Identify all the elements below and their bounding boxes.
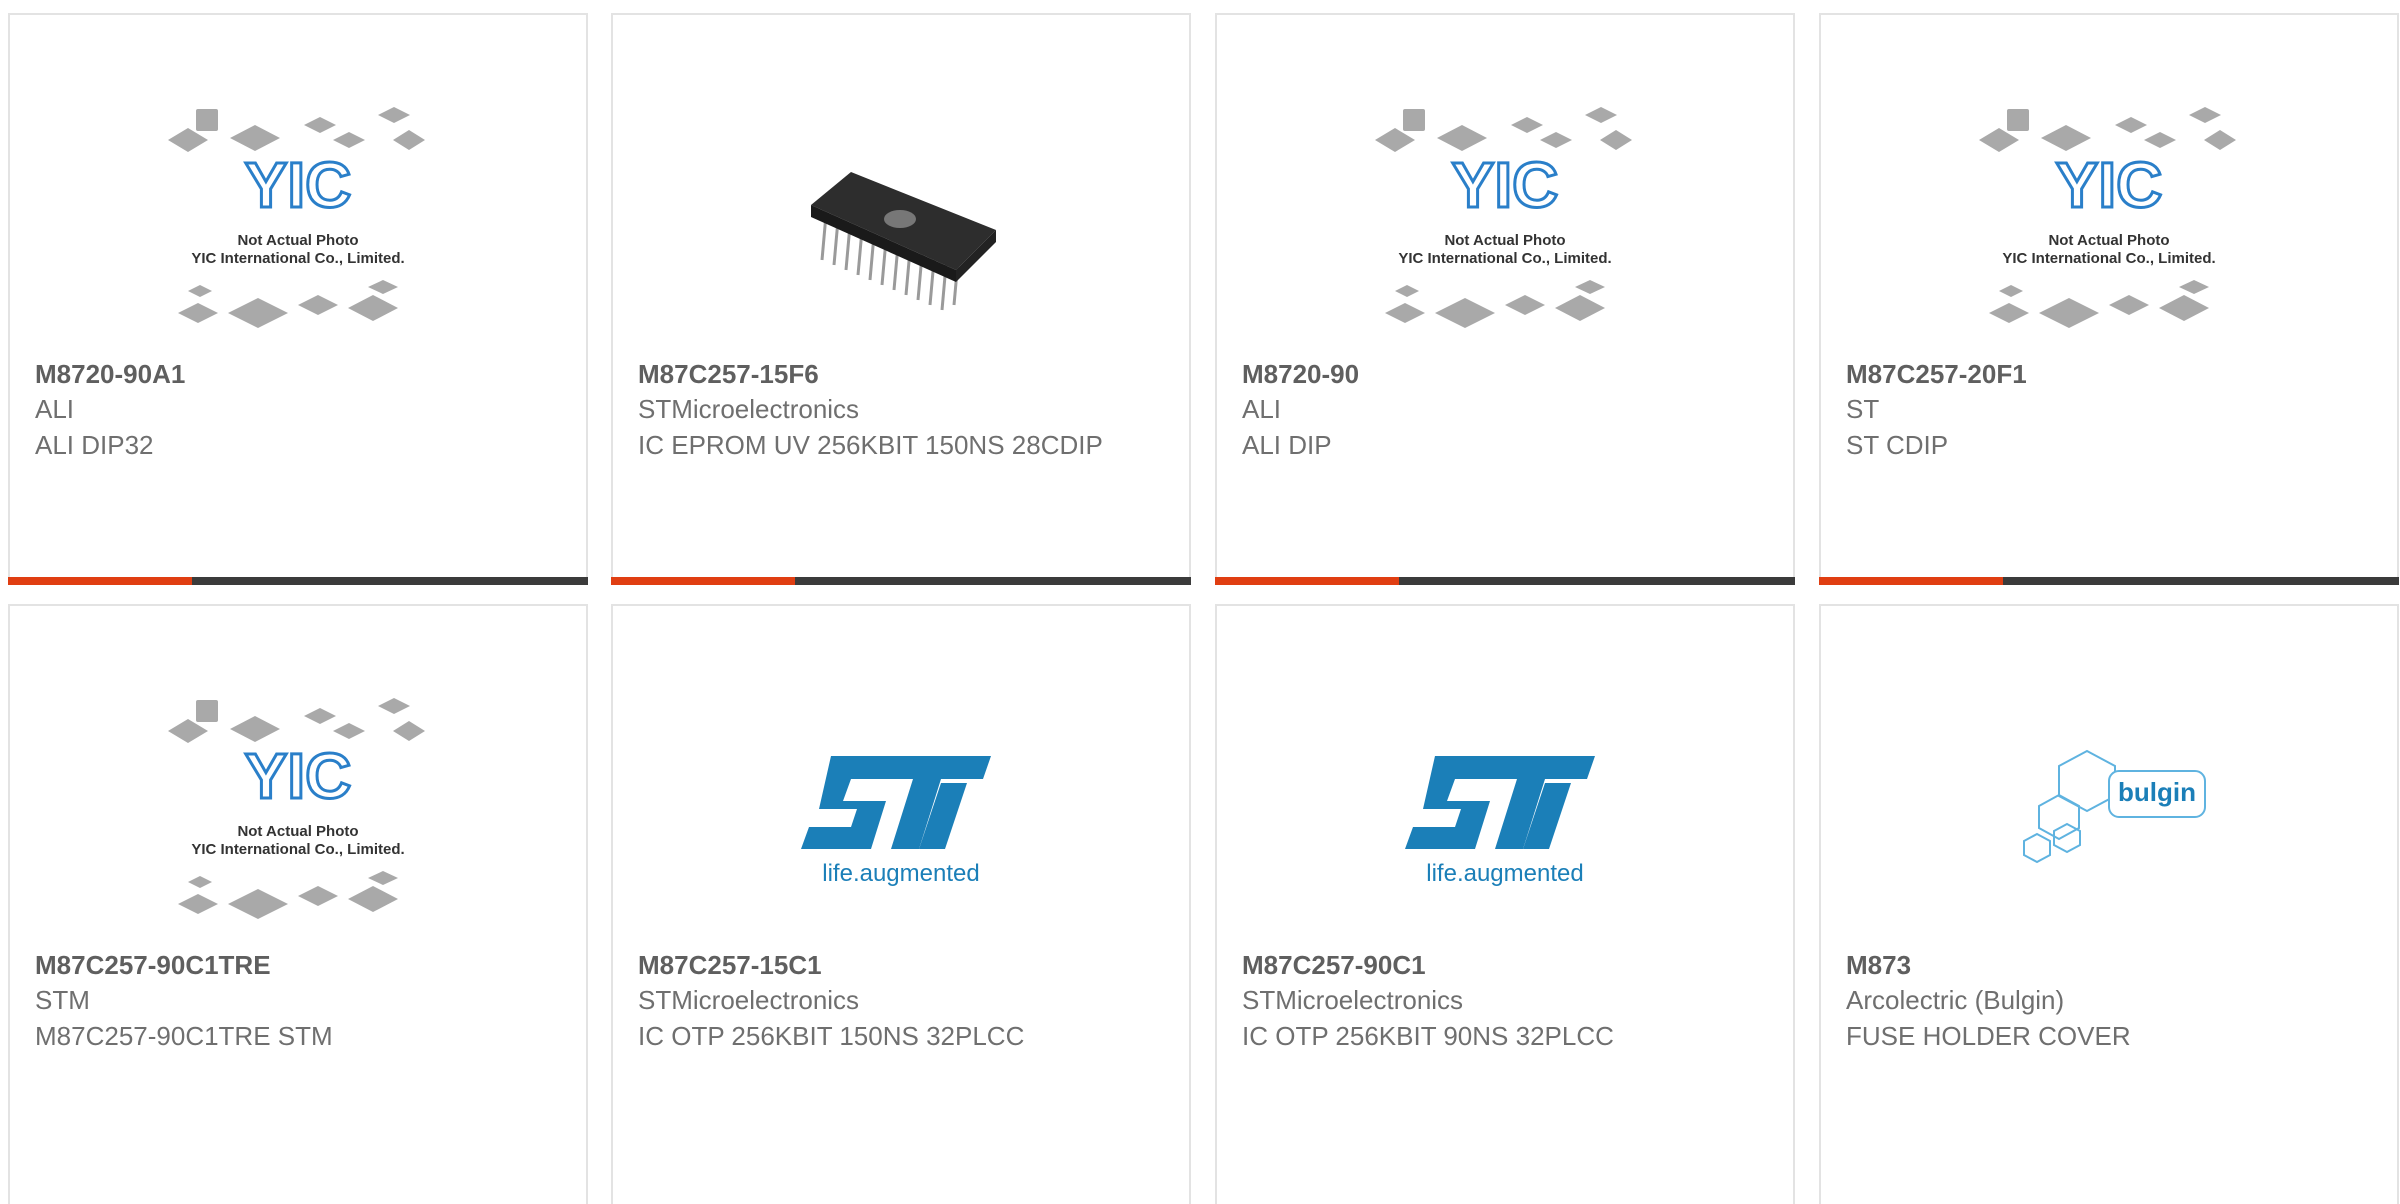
manufacturer: ALI (1242, 394, 1282, 424)
part-number[interactable]: M87C257-90C1TRE (35, 948, 561, 982)
dip-chip-photo (638, 75, 1164, 365)
card-bottom-bar (611, 577, 1191, 585)
part-number[interactable]: M8720-90A1 (35, 357, 561, 391)
placeholder-photo-icon: YIC Not Actual Photo YIC International C… (1242, 75, 1768, 365)
manufacturer: STM (35, 985, 90, 1015)
description: M87C257-90C1TRE STM (35, 1021, 333, 1051)
product-card[interactable]: life.augmented M87C257-90C1 STMicroelect… (1215, 604, 1795, 1204)
manufacturer: STMicroelectronics (1242, 985, 1464, 1015)
part-number[interactable]: M87C257-90C1 (1242, 948, 1768, 982)
description: IC OTP 256KBIT 150NS 32PLCC (638, 1021, 1025, 1051)
card-bottom-bar (1215, 577, 1795, 585)
placeholder-photo-icon: YIC Not Actual Photo YIC International C… (35, 75, 561, 365)
manufacturer: STMicroelectronics (638, 985, 860, 1015)
svg-text:YIC International Co., Limited: YIC International Co., Limited. (191, 250, 404, 267)
manufacturer: Arcolectric (Bulgin) (1846, 985, 2065, 1015)
product-card[interactable]: YIC Not Actual Photo YIC International C… (1819, 13, 2399, 585)
product-card[interactable]: YIC Not Actual Photo YIC International C… (1215, 13, 1795, 585)
part-number[interactable]: M87C257-15C1 (638, 948, 1164, 982)
placeholder-photo-icon: YIC Not Actual Photo YIC International C… (1846, 75, 2372, 365)
description: IC OTP 256KBIT 90NS 32PLCC (1242, 1021, 1614, 1051)
st-logo: life.augmented (1242, 666, 1768, 956)
svg-text:YIC: YIC (245, 740, 352, 812)
part-number[interactable]: M87C257-20F1 (1846, 357, 2372, 391)
svg-text:YIC: YIC (2056, 149, 2163, 221)
description: IC EPROM UV 256KBIT 150NS 28CDIP (638, 430, 1103, 460)
part-number[interactable]: M8720-90 (1242, 357, 1768, 391)
svg-text:Not Actual Photo: Not Actual Photo (237, 232, 358, 249)
part-number[interactable]: M87C257-15F6 (638, 357, 1164, 391)
part-number[interactable]: M873 (1846, 948, 2372, 982)
card-accent-bar (8, 577, 192, 585)
description: ALI DIP32 (35, 430, 154, 460)
svg-text:YIC: YIC (1452, 149, 1559, 221)
placeholder-photo-icon: YIC Not Actual Photo YIC International C… (35, 666, 561, 956)
description: FUSE HOLDER COVER (1846, 1021, 2131, 1051)
svg-text:Not Actual Photo: Not Actual Photo (2048, 232, 2169, 249)
svg-text:Not Actual Photo: Not Actual Photo (237, 823, 358, 840)
manufacturer: ALI (35, 394, 75, 424)
product-card[interactable]: YIC Not Actual Photo YIC International C… (8, 604, 588, 1204)
product-card[interactable]: M87C257-15F6 STMicroelectronics IC EPROM… (611, 13, 1191, 585)
card-accent-bar (611, 577, 795, 585)
card-accent-bar (1215, 577, 1399, 585)
card-bottom-bar (8, 577, 588, 585)
product-card[interactable]: life.augmented M87C257-15C1 STMicroelect… (611, 604, 1191, 1204)
svg-text:YIC International Co., Limited: YIC International Co., Limited. (191, 841, 404, 858)
manufacturer: ST (1846, 394, 1880, 424)
card-accent-bar (1819, 577, 2003, 585)
product-card[interactable]: bulgin M873 Arcolectric (Bulgin) FUSE HO… (1819, 604, 2399, 1204)
svg-text:life.augmented: life.augmented (1426, 860, 1583, 887)
bulgin-logo: bulgin (1846, 666, 2372, 956)
description: ST CDIP (1846, 430, 1949, 460)
svg-text:YIC: YIC (245, 149, 352, 221)
card-bottom-bar (1819, 577, 2399, 585)
st-logo: life.augmented (638, 666, 1164, 956)
manufacturer: STMicroelectronics (638, 394, 860, 424)
description: ALI DIP (1242, 430, 1332, 460)
svg-text:life.augmented: life.augmented (822, 860, 979, 887)
svg-text:YIC International Co., Limited: YIC International Co., Limited. (1398, 250, 1611, 267)
product-card[interactable]: YIC Not Actual Photo YIC International C… (8, 13, 588, 585)
svg-text:Not Actual Photo: Not Actual Photo (1444, 232, 1565, 249)
product-grid: YIC Not Actual Photo YIC International C… (0, 0, 2400, 1204)
svg-text:YIC International Co., Limited: YIC International Co., Limited. (2002, 250, 2215, 267)
svg-text:bulgin: bulgin (2118, 777, 2196, 807)
